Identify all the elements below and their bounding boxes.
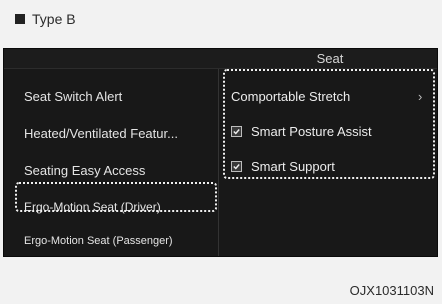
type-label: Type B [15, 11, 76, 27]
menu-item-ergo-motion-seat-passenger[interactable]: Ergo-Motion Seat (Passenger) [4, 235, 218, 247]
black-square-icon [15, 14, 25, 24]
type-label-text: Type B [32, 11, 76, 27]
menu-item-seat-switch-alert[interactable]: Seat Switch Alert [4, 89, 218, 104]
menu-item-heated-ventilated-features[interactable]: Heated/Ventilated Featur... [4, 126, 218, 141]
page-title: Seat [316, 51, 344, 66]
screen-header: Seat [4, 49, 437, 69]
figure-code: OJX1031103N [349, 283, 434, 298]
left-menu: Seat Switch Alert Heated/Ventilated Feat… [4, 69, 218, 256]
highlight-options-box [223, 69, 435, 179]
seat-settings-screen: Seat Seat Switch Alert Heated/Ventilated… [3, 48, 438, 257]
highlight-driver-box [15, 182, 217, 212]
menu-item-seating-easy-access[interactable]: Seating Easy Access [4, 163, 218, 178]
